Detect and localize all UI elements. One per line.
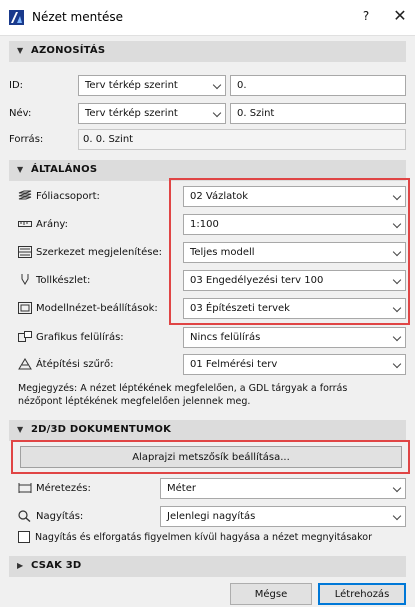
chevron-down-icon [392,191,402,201]
dimension-icon [18,483,32,493]
collapse-arrow-icon: ▼ [17,165,24,174]
zoom-label: Nagyítás: [36,511,84,522]
ruler-icon [18,221,32,227]
zoom-select[interactable]: Jelenlegi nagyítás [160,506,406,527]
note-line-1: Megjegyzés: A nézet léptékének megfelelő… [18,383,348,394]
section-3d-only-header[interactable]: ▶ CSAK 3D [9,556,406,577]
structure-display-icon [18,246,32,258]
source-label: Forrás: [9,134,44,145]
expand-arrow-icon: ▶ [17,561,24,570]
chevron-down-icon [212,108,222,118]
model-view-options-icon [18,302,32,314]
layer-combination-select[interactable]: 02 Vázlatok [183,186,406,207]
chevron-down-icon [392,511,402,521]
chevron-down-icon [392,332,402,342]
override-label: Grafikus felülírás: [36,332,124,343]
dimension-label: Méretezés: [36,483,91,494]
magnifier-icon [18,510,31,522]
id-input[interactable]: 0. [230,75,406,96]
layer-label: Fóliacsoport: [36,191,100,202]
name-source-select[interactable]: Terv térkép szerint [78,103,226,124]
structure-label: Szerkezet megjelenítése: [36,247,162,258]
graphic-override-icon [18,331,32,342]
pen-icon [21,274,29,285]
chevron-down-icon [392,219,402,229]
scale-select[interactable]: 1:100 [183,214,406,235]
archicad-app-icon [9,10,24,25]
collapse-arrow-icon: ▼ [17,425,24,434]
renovation-label: Átépítési szűrő: [36,359,114,370]
pen-set-select[interactable]: 03 Engedélyezési terv 100 [183,270,406,291]
chevron-down-icon [212,80,222,90]
dimension-select[interactable]: Méter [160,478,406,499]
window-title: Nézet mentése [32,10,123,24]
section-identification-header[interactable]: ▼ AZONOSÍTÁS [9,41,406,62]
chevron-down-icon [392,275,402,285]
name-input[interactable]: 0. Szint [230,103,406,124]
note-line-2: nézőpont léptékének megfelelően jelennek… [18,396,251,407]
section-general-header[interactable]: ▼ ÁLTALÁNOS [9,160,406,181]
structure-display-select[interactable]: Teljes modell [183,242,406,263]
source-value: 0. 0. Szint [78,129,406,150]
renovation-filter-select[interactable]: 01 Felmérési terv [183,354,406,375]
close-button[interactable]: ✕ [392,6,408,25]
collapse-arrow-icon: ▼ [17,46,24,55]
model-view-options-select[interactable]: 03 Építészeti tervek [183,298,406,319]
mvo-label: Modellnézet-beállítások: [36,303,158,314]
ignore-zoom-rotation-label: Nagyítás és elforgatás figyelmen kívül h… [35,532,372,543]
layers-icon [18,190,32,200]
section-2d3d-documents-header[interactable]: ▼ 2D/3D DOKUMENTUMOK [9,420,406,441]
scale-label: Arány: [36,219,68,230]
chevron-down-icon [392,483,402,493]
cancel-button[interactable]: Mégse [230,583,312,605]
graphic-override-select[interactable]: Nincs felülírás [183,327,406,348]
name-label: Név: [9,108,32,119]
chevron-down-icon [392,247,402,257]
create-button[interactable]: Létrehozás [318,583,406,605]
ignore-zoom-rotation-checkbox[interactable] [18,531,30,543]
title-bar: Nézet mentése ? ✕ [0,0,415,36]
pen-label: Tollkészlet: [36,275,91,286]
help-button[interactable]: ? [358,9,374,23]
chevron-down-icon [392,359,402,369]
id-source-select[interactable]: Terv térkép szerint [78,75,226,96]
id-label: ID: [9,80,24,91]
renovation-filter-icon [18,358,32,370]
chevron-down-icon [392,303,402,313]
floor-plan-cut-plane-button[interactable]: Alaprajzi metszősík beállítása... [20,446,402,468]
